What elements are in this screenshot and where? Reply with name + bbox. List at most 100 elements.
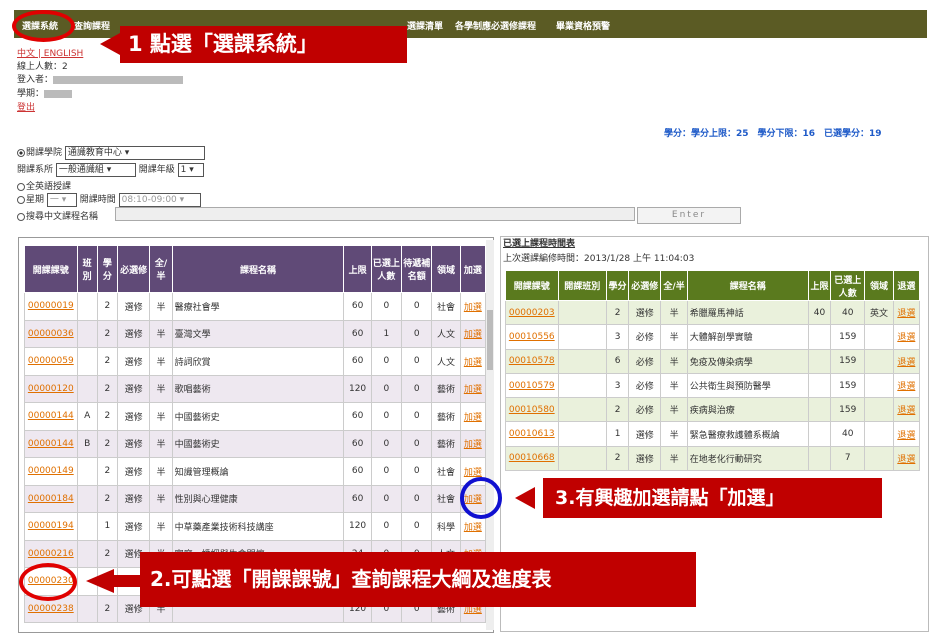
college-radio[interactable] [17,148,25,157]
search-input[interactable] [115,207,635,221]
table-cell: 0 [401,374,433,403]
table-cell: 選修 [116,402,151,431]
table-cell: 2 [96,347,119,376]
course-no-link[interactable]: 00000144 [24,429,78,458]
table-cell [76,457,98,486]
table-cell: 疾病與治療 [686,397,809,423]
table-cell: 藝術 [431,429,461,458]
table-cell: 2 [96,539,119,568]
table-cell: 60 [343,319,372,348]
table-cell: 選修 [116,292,151,321]
logout-link[interactable]: 登出 [17,100,35,113]
drop-course-link[interactable]: 退選 [892,348,921,374]
selected-course-no-link[interactable]: 00010613 [505,421,559,447]
drop-course-link[interactable]: 退選 [892,445,921,472]
table-cell: 1 [370,319,403,348]
redacted-user [53,75,184,84]
table-cell: 0 [370,429,403,458]
college-select[interactable]: 通識教育中心 ▾ [64,145,205,160]
table-cell: 選修 [628,299,662,326]
rcol-limit: 上限 [807,270,832,301]
search-radio[interactable] [17,212,25,221]
table-cell: 選修 [116,484,151,513]
table-cell: 60 [343,347,372,376]
add-course-link[interactable]: 加選 [459,347,487,376]
drop-course-link[interactable]: 退選 [892,372,921,399]
redacted-semester [44,89,73,98]
table-cell: 半 [149,292,173,321]
table-cell: 必修 [628,372,662,399]
add-course-link[interactable]: 加選 [459,319,487,348]
table-cell [557,348,607,374]
course-no-link[interactable]: 00000144 [24,402,78,431]
table-cell: 6 [605,348,630,374]
drop-course-link[interactable]: 退選 [892,421,921,447]
table-cell: 社會 [431,484,461,513]
add-course-link[interactable]: 加選 [459,374,487,403]
table-cell: 2 [96,319,119,348]
table-cell: 0 [370,374,403,403]
rcol-type: 必選修 [628,270,662,301]
selected-course-no-link[interactable]: 00010556 [505,324,559,350]
language-link[interactable]: 中文 | ENGLISH [17,46,83,59]
table-cell [864,372,894,399]
grade-select[interactable]: 1 ▾ [177,162,204,177]
english-radio[interactable] [17,182,25,191]
table-cell: 詩詞欣賞 [171,347,345,376]
table-cell [76,347,98,376]
time-select[interactable]: 08:10-09:00 ▾ [118,192,201,207]
table-cell: 3 [605,372,630,399]
table-cell [807,324,832,350]
table-cell: 半 [660,421,688,447]
nav-query-course[interactable]: 查詢課程 [74,19,110,32]
course-no-link[interactable]: 00000194 [24,512,78,541]
dept-select[interactable]: 一般通識組 ▾ [55,162,136,177]
table-cell: 半 [149,319,173,348]
course-no-link[interactable]: 00000059 [24,347,78,376]
table-cell: 60 [343,457,372,486]
table-cell: 0 [401,292,433,321]
selected-course-no-link[interactable]: 00010668 [505,445,559,472]
add-course-link[interactable]: 加選 [459,292,487,321]
table-cell: 1 [96,512,119,541]
table-cell: 必修 [628,397,662,423]
table-cell: B [76,429,98,458]
course-no-link[interactable]: 00000184 [24,484,78,513]
drop-course-link[interactable]: 退選 [892,299,921,326]
add-course-link[interactable]: 加選 [459,402,487,431]
enter-button[interactable]: Enter [637,207,741,224]
course-no-link[interactable]: 00000019 [24,292,78,321]
col-type: 必選修 [116,245,151,293]
col-half: 全/半 [149,245,173,293]
table-cell: 7 [830,445,866,472]
add-course-link[interactable]: 加選 [459,429,487,458]
course-no-link[interactable]: 00000120 [24,374,78,403]
table-cell: 半 [660,445,688,472]
selected-course-no-link[interactable]: 00010578 [505,348,559,374]
table-cell: 0 [401,512,433,541]
nav-selection-list[interactable]: 選課清單 [407,19,443,32]
college-row: 開課學院 通識教育中心 ▾ [17,145,205,160]
col-credit: 學分 [96,245,119,293]
table-cell: 0 [370,292,403,321]
table-cell: 0 [401,429,433,458]
drop-course-link[interactable]: 退選 [892,324,921,350]
table-cell: 藝術 [431,374,461,403]
drop-course-link[interactable]: 退選 [892,397,921,423]
nav-required-courses[interactable]: 各學制應必選修課程 [455,19,536,32]
selected-course-no-link[interactable]: 00010579 [505,372,559,399]
selected-course-no-link[interactable]: 00010580 [505,397,559,423]
selected-course-no-link[interactable]: 00000203 [505,299,559,326]
course-no-link[interactable]: 00000036 [24,319,78,348]
table-cell: 醫療社會學 [171,292,345,321]
week-select[interactable]: 一 ▾ [46,192,77,207]
table-cell: 知識管理概論 [171,457,345,486]
course-no-link[interactable]: 00000149 [24,457,78,486]
week-radio[interactable] [17,195,25,204]
nav-graduation-warning[interactable]: 畢業資格預警 [556,19,610,32]
scrollbar-thumb[interactable] [487,310,493,370]
table-row: 00000203 2 選修半希臘羅馬神話 40 40 英文 退選 [505,299,921,326]
table-cell: 半 [660,299,688,326]
table-cell: 0 [401,402,433,431]
table-cell: 半 [149,512,173,541]
